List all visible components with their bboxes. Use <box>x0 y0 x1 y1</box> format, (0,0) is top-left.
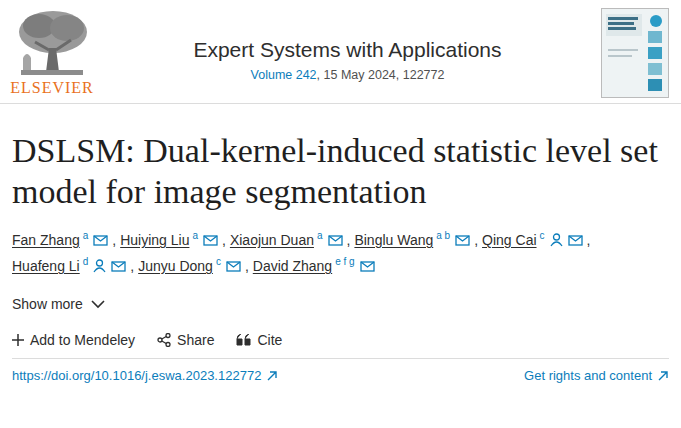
author: Junyu Dongc, <box>138 256 249 276</box>
add-button[interactable]: Add to Mendeley <box>12 332 135 348</box>
envelope-icon[interactable] <box>226 261 241 272</box>
separator: , <box>130 256 134 276</box>
author-list: Fan Zhanga,Huiying Liua,Xiaojun Duana,Bi… <box>12 230 669 276</box>
author-name[interactable]: Qing Cai <box>482 230 536 250</box>
action-label[interactable]: Cite <box>257 332 282 348</box>
quote-icon[interactable] <box>236 334 251 346</box>
elsevier-logo[interactable]: ELSEVIER <box>10 8 94 97</box>
journal-volume: Volume 242, 15 May 2024, 122772 <box>251 68 445 82</box>
author-name[interactable]: Huafeng Li <box>12 256 80 276</box>
separator: , <box>347 230 351 250</box>
article-links: https://doi.org/10.1016/j.eswa.2023.1227… <box>12 368 669 383</box>
author-name[interactable]: Binglu Wang <box>354 230 433 250</box>
article-title: DSLSM: Dual-kernel-induced statistic lev… <box>12 130 669 212</box>
cite-button[interactable]: Cite <box>236 332 282 348</box>
affiliation[interactable]: a <box>83 230 89 242</box>
author-name[interactable]: Fan Zhang <box>12 230 80 250</box>
cover-icon <box>602 9 668 97</box>
separator: , <box>587 230 591 250</box>
action-label[interactable]: Add to Mendeley <box>30 332 135 348</box>
rights-link[interactable]: Get rights and content <box>524 368 669 383</box>
author: Huafeng Lid, <box>12 256 134 276</box>
affiliation[interactable]: c <box>216 256 221 268</box>
affiliation[interactable]: c <box>540 230 545 242</box>
journal-header: ELSEVIERExpert Systems with Applications… <box>0 0 681 104</box>
envelope-icon[interactable] <box>111 261 126 272</box>
share-icon[interactable] <box>157 333 171 347</box>
affiliation[interactable]: a <box>192 230 198 242</box>
chevron-down-icon[interactable] <box>91 300 105 309</box>
envelope-icon[interactable] <box>455 235 470 246</box>
doi-link[interactable]: https://doi.org/10.1016/j.eswa.2023.1227… <box>12 368 278 383</box>
separator: , <box>474 230 478 250</box>
separator: , <box>245 256 249 276</box>
share-button[interactable]: Share <box>157 332 214 348</box>
affiliation[interactable]: a b <box>436 230 450 242</box>
volume-link[interactable]: Volume 242 <box>251 68 317 82</box>
action-label[interactable]: Share <box>177 332 214 348</box>
person-icon[interactable] <box>93 259 106 273</box>
person-icon[interactable] <box>550 233 563 247</box>
affiliation[interactable]: e f g <box>335 256 354 268</box>
envelope-icon[interactable] <box>328 235 343 246</box>
rights-text[interactable]: Get rights and content <box>524 368 652 383</box>
author-name[interactable]: Junyu Dong <box>138 256 213 276</box>
envelope-icon[interactable] <box>360 261 375 272</box>
author-name[interactable]: David Zhang <box>253 256 332 276</box>
author: Huiying Liua, <box>120 230 226 250</box>
envelope-icon[interactable] <box>203 235 218 246</box>
external-link-icon[interactable] <box>266 370 278 382</box>
external-link-icon[interactable] <box>657 370 669 382</box>
journal-cover[interactable] <box>601 8 669 98</box>
logo-text: ELSEVIER <box>10 79 94 97</box>
action-bar: Add to Mendeley Share Cite <box>12 332 669 359</box>
show-more-label[interactable]: Show more <box>12 296 83 312</box>
envelope-icon[interactable] <box>568 235 583 246</box>
envelope-icon[interactable] <box>93 235 108 246</box>
affiliation[interactable]: a <box>317 230 323 242</box>
tree-icon <box>13 8 91 78</box>
article-header: DSLSM: Dual-kernel-induced statistic lev… <box>0 130 681 383</box>
author-name[interactable]: Huiying Liu <box>120 230 189 250</box>
plus-icon[interactable] <box>12 334 24 346</box>
journal-info: Expert Systems with Applications Volume 2… <box>94 8 601 82</box>
author-name[interactable]: Xiaojun Duan <box>230 230 314 250</box>
doi-text[interactable]: https://doi.org/10.1016/j.eswa.2023.1227… <box>12 368 261 383</box>
show-more-button[interactable]: Show more <box>12 296 669 312</box>
separator: , <box>112 230 116 250</box>
issue-details: , 15 May 2024, 122772 <box>317 68 445 82</box>
author: Fan Zhanga, <box>12 230 116 250</box>
author: Binglu Wanga b, <box>354 230 478 250</box>
author: Xiaojun Duana, <box>230 230 351 250</box>
author: Qing Cai c, <box>482 230 590 250</box>
separator: , <box>222 230 226 250</box>
affiliation[interactable]: d <box>83 256 89 268</box>
journal-name[interactable]: Expert Systems with Applications <box>193 38 501 62</box>
author: David Zhange f g <box>253 256 375 276</box>
